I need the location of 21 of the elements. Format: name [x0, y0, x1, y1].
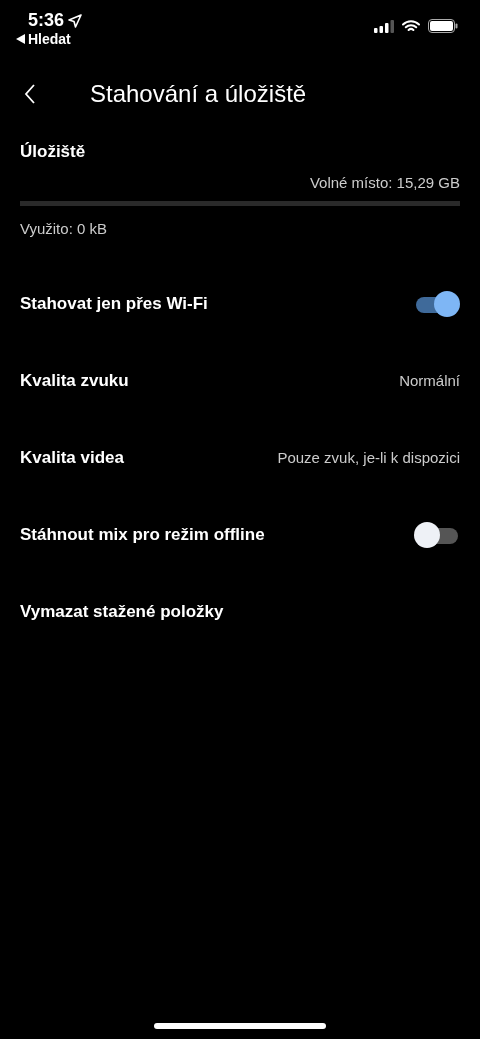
chevron-left-icon — [24, 84, 36, 104]
setting-action[interactable]: Vymazat stažené položky — [20, 601, 224, 622]
location-arrow-icon — [68, 13, 83, 28]
used-space-text: Využito: 0 kB — [20, 220, 108, 237]
back-to-app-link[interactable]: Hledat — [16, 31, 83, 47]
toggle-switch[interactable] — [414, 290, 460, 317]
setting-value: Pouze zvuk, je-li k dispozici — [277, 449, 460, 466]
page-title: Stahování a úložiště — [90, 80, 307, 108]
wifi-icon — [402, 19, 420, 33]
signal-icon — [374, 19, 394, 33]
setting-value: Normální — [399, 372, 460, 389]
battery-icon — [428, 19, 458, 33]
clock-time: 5:36 — [28, 10, 65, 31]
setting-label: Stahovat jen přes Wi-Fi — [20, 293, 208, 314]
toggle-switch[interactable] — [414, 521, 460, 548]
setting-label[interactable]: Kvalita zvuku — [20, 370, 129, 391]
setting-label[interactable]: Kvalita videa — [20, 447, 124, 468]
free-space-text: Volné místo: 15,29 GB — [309, 174, 460, 191]
back-triangle-icon — [16, 34, 25, 44]
setting-label: Stáhnout mix pro režim offline — [20, 524, 265, 545]
section-title: Úložiště — [20, 142, 87, 162]
